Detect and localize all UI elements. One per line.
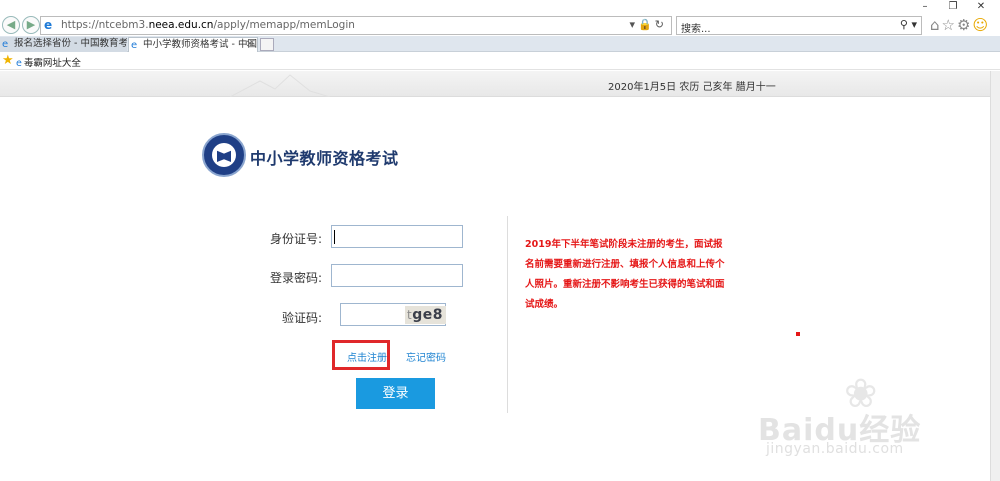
search-box[interactable]: 搜索... ⚲ ▾ bbox=[676, 16, 922, 35]
favorites-star-icon[interactable]: ★ bbox=[2, 53, 14, 68]
logo bbox=[202, 133, 246, 177]
captcha-image[interactable]: tge8 bbox=[405, 306, 446, 324]
minimize-icon[interactable]: – bbox=[910, 0, 940, 14]
captcha-label: 验证码: bbox=[281, 311, 322, 325]
url-text: https://ntcebm3.neea.edu.cn/apply/memapp… bbox=[61, 19, 355, 31]
ie-icon: e bbox=[131, 40, 138, 51]
favorite-item[interactable]: e 毒霸网址大全 bbox=[16, 55, 81, 69]
login-button[interactable]: 登录 bbox=[356, 378, 435, 409]
divider bbox=[507, 216, 508, 413]
password-label: 登录密码: bbox=[269, 271, 322, 285]
register-link[interactable]: 点击注册 bbox=[347, 349, 387, 364]
lock-icon[interactable]: 🔒 bbox=[638, 18, 655, 31]
close-icon[interactable]: ✕ bbox=[246, 38, 254, 52]
smiley-icon[interactable]: ☺ bbox=[972, 16, 990, 34]
gear-icon[interactable]: ⚙ bbox=[957, 16, 972, 34]
scrollbar[interactable] bbox=[990, 71, 1000, 481]
forward-icon[interactable]: ▶ bbox=[22, 16, 40, 34]
forgot-password-link[interactable]: 忘记密码 bbox=[406, 349, 446, 364]
tab-label: 中小学教师资格考试 - 中国... bbox=[143, 39, 258, 50]
star-icon[interactable]: ☆ bbox=[942, 16, 957, 34]
search-placeholder: 搜索... bbox=[681, 24, 711, 35]
ie-icon: e bbox=[2, 39, 9, 50]
restore-icon[interactable]: ❐ bbox=[938, 0, 968, 14]
tab-label: 报名选择省份 - 中国教育考试网 bbox=[14, 38, 127, 49]
search-icon[interactable]: ⚲ ▾ bbox=[900, 18, 917, 31]
red-dot bbox=[796, 332, 800, 336]
ie-icon: e bbox=[44, 18, 53, 32]
window-close-icon[interactable]: ✕ bbox=[966, 0, 996, 14]
id-field[interactable] bbox=[331, 225, 463, 248]
notice-text: 2019年下半年笔试阶段未注册的考生，面试报名前需要重新进行注册、填报个人信息和… bbox=[525, 239, 725, 310]
address-row: ◀ ▶ e https://ntcebm3.neea.edu.cn/apply/… bbox=[0, 14, 1000, 36]
watermark-url: jingyan.baidu.com bbox=[766, 441, 904, 457]
title-bar: – ❐ ✕ bbox=[0, 0, 1000, 14]
tab-row: e 报名选择省份 - 中国教育考试网 e 中小学教师资格考试 - 中国... ✕ bbox=[0, 36, 1000, 52]
mountain-decoration bbox=[230, 74, 331, 97]
id-label: 身份证号: bbox=[269, 232, 322, 246]
back-icon[interactable]: ◀ bbox=[2, 16, 20, 34]
home-icon[interactable]: ⌂ bbox=[930, 16, 942, 34]
date-text: 2020年1月5日 农历 己亥年 腊月十一 bbox=[608, 82, 776, 93]
tab-teacher-exam[interactable]: e 中小学教师资格考试 - 中国... ✕ bbox=[128, 37, 258, 52]
address-bar-icons: ▾🔒↻ bbox=[630, 18, 667, 31]
ie-icon: e bbox=[16, 58, 22, 69]
refresh-icon[interactable]: ↻ bbox=[655, 18, 667, 31]
address-bar[interactable]: e https://ntcebm3.neea.edu.cn/apply/mema… bbox=[40, 16, 672, 35]
favorites-bar: ★ e 毒霸网址大全 bbox=[0, 52, 1000, 70]
text-caret bbox=[334, 230, 335, 244]
page-content: 2020年1月5日 农历 己亥年 腊月十一 中小学教师资格考试 身份证号: 登录… bbox=[0, 71, 1000, 481]
dropdown-icon[interactable]: ▾ bbox=[630, 18, 639, 31]
watermark: ❀ Baidu经验 jingyan.baidu.com bbox=[758, 371, 958, 471]
tab-province[interactable]: e 报名选择省份 - 中国教育考试网 bbox=[0, 37, 127, 52]
date-bar: 2020年1月5日 农历 己亥年 腊月十一 bbox=[0, 71, 990, 97]
new-tab-icon[interactable] bbox=[260, 38, 274, 51]
site-title: 中小学教师资格考试 bbox=[250, 149, 399, 168]
toolbar-icons: ⌂☆⚙☺ bbox=[930, 16, 990, 34]
password-field[interactable] bbox=[331, 264, 463, 287]
